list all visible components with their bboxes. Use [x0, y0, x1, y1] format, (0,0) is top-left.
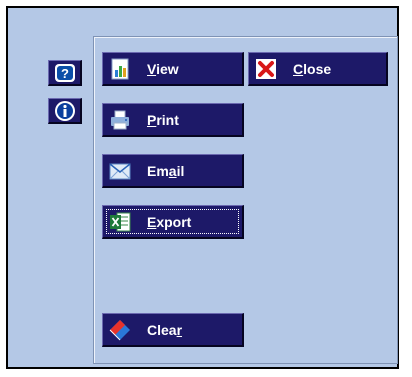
clear-button-label: Clear [147, 321, 183, 338]
close-button-label: Close [293, 60, 332, 77]
printer-icon [111, 110, 129, 129]
excel-icon [110, 212, 131, 231]
chart-document-icon [111, 58, 129, 79]
export-button-label: Export [147, 213, 192, 230]
info-button[interactable] [48, 98, 82, 124]
email-button[interactable]: Email [102, 154, 244, 188]
question-icon: ? [54, 63, 75, 82]
clear-button[interactable]: Clear [102, 313, 244, 347]
help-button[interactable]: ? [48, 60, 82, 86]
export-button[interactable]: Export [102, 205, 244, 239]
email-button-label: Email [147, 162, 185, 179]
close-button[interactable]: Close [248, 52, 388, 86]
report-options-window: ? View Close Print Email Export Clear [6, 6, 399, 369]
view-button[interactable]: View [102, 52, 244, 86]
eraser-icon [109, 319, 130, 340]
view-button-label: View [147, 60, 179, 77]
print-button[interactable]: Print [102, 103, 244, 137]
red-x-icon [256, 58, 276, 79]
actions-panel: View Close Print Email Export Clear [93, 36, 398, 364]
envelope-icon [109, 162, 131, 179]
svg-text:?: ? [61, 66, 69, 81]
print-button-label: Print [147, 111, 179, 128]
info-icon [54, 100, 75, 121]
